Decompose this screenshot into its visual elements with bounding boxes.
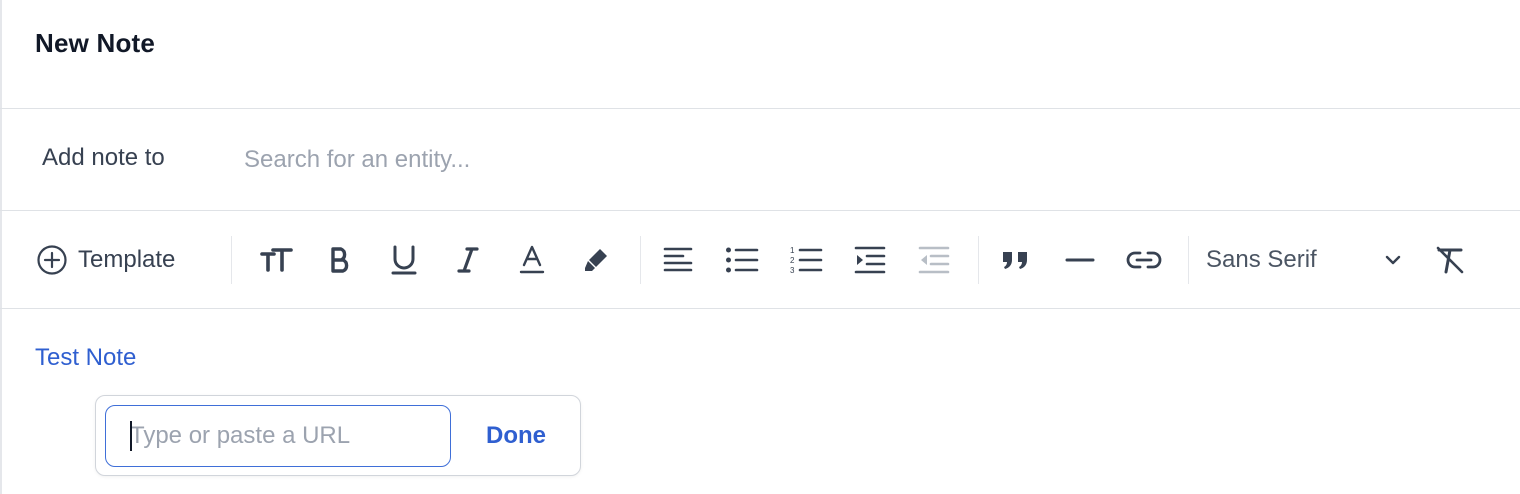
- bold-icon: [328, 246, 352, 274]
- toolbar-divider: [0, 308, 1520, 309]
- toolbar-separator: [978, 236, 979, 284]
- clear-format-icon: [1434, 245, 1466, 275]
- horizontal-rule-button[interactable]: [1058, 236, 1102, 284]
- page-title: New Note: [35, 28, 156, 58]
- outdent-icon: [918, 245, 950, 275]
- svg-text:3: 3: [790, 266, 795, 275]
- font-family-value: Sans Serif: [1206, 246, 1317, 273]
- text-color-button[interactable]: [510, 236, 554, 284]
- indent-button[interactable]: [848, 236, 892, 284]
- underline-button[interactable]: [382, 236, 426, 284]
- bullet-list-button[interactable]: [720, 236, 764, 284]
- bold-button[interactable]: [318, 236, 362, 284]
- svg-text:2: 2: [790, 256, 795, 265]
- bullet-list-icon: [725, 246, 759, 274]
- search-divider: [0, 210, 1520, 211]
- svg-text:1: 1: [790, 246, 795, 255]
- url-input[interactable]: [105, 405, 451, 467]
- editor-link-text[interactable]: Test Note: [35, 344, 136, 372]
- link-popover: Done: [95, 395, 581, 476]
- text-caret: [130, 421, 132, 451]
- toolbar-separator: [231, 236, 232, 284]
- underline-icon: [391, 245, 417, 275]
- link-icon: [1126, 249, 1162, 271]
- text-size-button[interactable]: [254, 236, 298, 284]
- italic-button[interactable]: [446, 236, 490, 284]
- template-label: Template: [78, 246, 176, 273]
- italic-icon: [457, 246, 479, 274]
- chevron-down-icon: [1384, 254, 1402, 266]
- font-family-select[interactable]: Sans Serif: [1206, 236, 1406, 284]
- indent-icon: [854, 245, 886, 275]
- align-left-icon: [663, 246, 693, 274]
- outdent-button[interactable]: [912, 236, 956, 284]
- text-color-icon: [519, 245, 545, 275]
- plus-circle-icon: [36, 244, 68, 276]
- highlight-button[interactable]: [574, 236, 618, 284]
- quote-icon: [1001, 249, 1031, 271]
- toolbar-separator: [1188, 236, 1189, 284]
- header-divider: [0, 108, 1520, 109]
- horizontal-rule-icon: [1065, 255, 1095, 265]
- done-button[interactable]: Done: [466, 405, 566, 467]
- align-left-button[interactable]: [656, 236, 700, 284]
- toolbar-separator: [640, 236, 641, 284]
- numbered-list-button[interactable]: 123: [784, 236, 828, 284]
- entity-search-input[interactable]: [240, 136, 948, 184]
- clear-format-button[interactable]: [1428, 236, 1472, 284]
- numbered-list-icon: 123: [789, 245, 823, 275]
- highlighter-icon: [582, 246, 610, 274]
- blockquote-button[interactable]: [994, 236, 1038, 284]
- text-size-icon: [259, 246, 293, 274]
- link-button[interactable]: [1122, 236, 1166, 284]
- template-button[interactable]: Template: [36, 236, 206, 284]
- add-note-to-label: Add note to: [42, 144, 165, 171]
